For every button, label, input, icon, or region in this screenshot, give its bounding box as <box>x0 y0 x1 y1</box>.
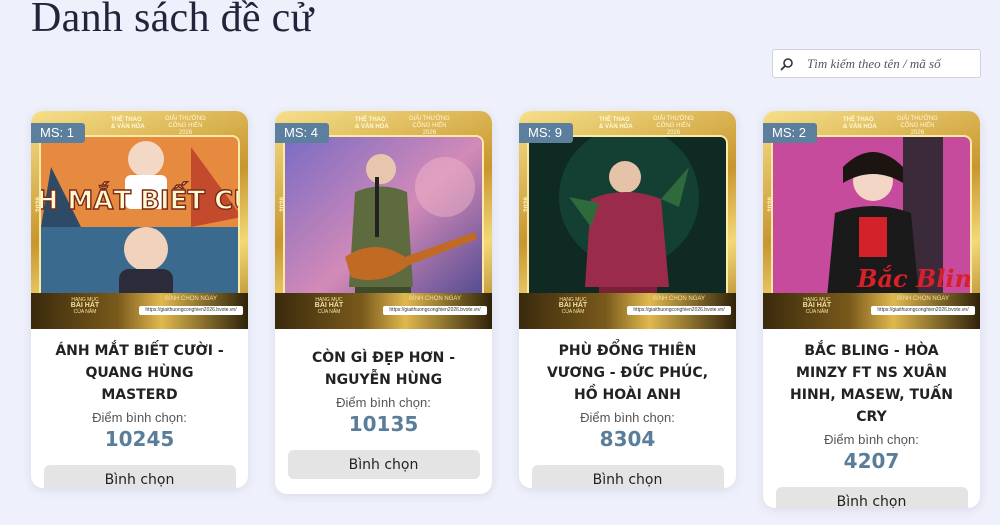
svg-text:Bắc Bling: Bắc Bling <box>856 264 972 293</box>
score-label: Điểm bình chọn: <box>92 410 187 425</box>
card-body: CÒN GÌ ĐẸP HƠN - NGUYỄN HÙNG Điểm bình c… <box>275 329 492 493</box>
search-input[interactable] <box>807 55 977 72</box>
card-body: PHÙ ĐỔNG THIÊN VƯƠNG - ĐỨC PHÚC, HỒ HOÀI… <box>519 329 736 488</box>
poster-edition: GIẢI THƯỞNG CỐNG HIẾN 2026 <box>165 116 206 136</box>
page-title: Danh sách đề cử <box>31 0 314 41</box>
poster-brand: THỂ THAO & VĂN HÓA <box>355 117 389 130</box>
vote-button[interactable]: Bình chọn <box>43 465 236 488</box>
poster-edition: GIẢI THƯỞNG CỐNG HIẾN 2026 <box>653 116 694 136</box>
song-title: PHÙ ĐỔNG THIÊN VƯƠNG - ĐỨC PHÚC, HỒ HOÀI… <box>546 343 709 403</box>
poster-footer: HẠNG MỤC BÀI HÁT CỦA NĂM BÌNH CHỌN NGAY ht… <box>519 293 736 329</box>
nominee-id-badge: MS: 2 <box>763 123 817 143</box>
score-value: 10245 <box>104 427 175 451</box>
poster-brand: THỂ THAO & VĂN HÓA <box>111 117 145 130</box>
poster-edition: GIẢI THƯỞNG CỐNG HIẾN 2026 <box>409 116 450 136</box>
song-title: CÒN GÌ ĐẸP HƠN - NGUYỄN HÙNG <box>311 350 456 388</box>
vote-button[interactable]: Bình chọn <box>775 487 968 508</box>
nominee-card: MS: 9 THỂ THAO & VĂN HÓA GIẢI THƯỞNG CỐNG … <box>519 111 736 488</box>
poster-brand: THỂ THAO & VĂN HÓA <box>599 117 633 130</box>
poster-brand: THỂ THAO & VĂN HÓA <box>843 117 877 130</box>
song-title: BẮC BLING - HÒA MINZY FT NS XUÂN HINH, M… <box>790 343 953 425</box>
score-value: 8304 <box>599 427 656 451</box>
card-body: ÁNH MẮT BIẾT CƯỜI - QUANG HÙNG MASTERD Đ… <box>31 329 248 488</box>
score-value: 10135 <box>348 412 419 436</box>
score-label: Điểm bình chọn: <box>824 432 919 447</box>
search-icon <box>773 57 801 71</box>
nominee-poster[interactable]: MS: 9 THỂ THAO & VĂN HÓA GIẢI THƯỞNG CỐNG … <box>519 111 736 329</box>
nominee-card: MS: 2 THỂ THAO & VĂN HÓA GIẢI THƯỞNG CỐNG … <box>763 111 980 508</box>
nominee-card: MS: 4 THỂ THAO & VĂN HÓA GIẢI THƯỞNG CỐNG … <box>275 111 492 494</box>
nominee-card: MS: 1 THỂ THAO & VĂN HÓA GIẢI THƯỞNG CỐNG … <box>31 111 248 488</box>
nominee-id-badge: MS: 1 <box>31 123 85 143</box>
poster-footer: HẠNG MỤC BÀI HÁT CỦA NĂM BÌNH CHỌN NGAY ht… <box>31 293 248 329</box>
poster-footer: HẠNG MỤC BÀI HÁT CỦA NĂM BÌNH CHỌN NGAY ht… <box>275 293 492 329</box>
vote-button[interactable]: Bình chọn <box>531 465 724 488</box>
svg-text:ÁNH MẮT BIẾT CƯỜI: ÁNH MẮT BIẾT CƯỜI <box>41 180 240 216</box>
song-title: ÁNH MẮT BIẾT CƯỜI - QUANG HÙNG MASTERD <box>55 343 224 403</box>
poster-edition: GIẢI THƯỞNG CỐNG HIẾN 2026 <box>897 116 938 136</box>
vote-button[interactable]: Bình chọn <box>287 450 480 479</box>
poster-footer: HẠNG MỤC BÀI HÁT CỦA NĂM BÌNH CHỌN NGAY ht… <box>763 293 980 329</box>
nominee-poster[interactable]: MS: 4 THỂ THAO & VĂN HÓA GIẢI THƯỞNG CỐNG … <box>275 111 492 329</box>
score-label: Điểm bình chọn: <box>580 410 675 425</box>
search-box[interactable] <box>772 49 981 78</box>
score-value: 4207 <box>843 449 900 473</box>
nominee-poster[interactable]: MS: 2 THỂ THAO & VĂN HÓA GIẢI THƯỞNG CỐNG … <box>763 111 980 329</box>
nominee-id-badge: MS: 9 <box>519 123 573 143</box>
card-body: BẮC BLING - HÒA MINZY FT NS XUÂN HINH, M… <box>763 329 980 508</box>
nominee-poster[interactable]: MS: 1 THỂ THAO & VĂN HÓA GIẢI THƯỞNG CỐNG … <box>31 111 248 329</box>
nominee-id-badge: MS: 4 <box>275 123 329 143</box>
score-label: Điểm bình chọn: <box>336 395 431 410</box>
